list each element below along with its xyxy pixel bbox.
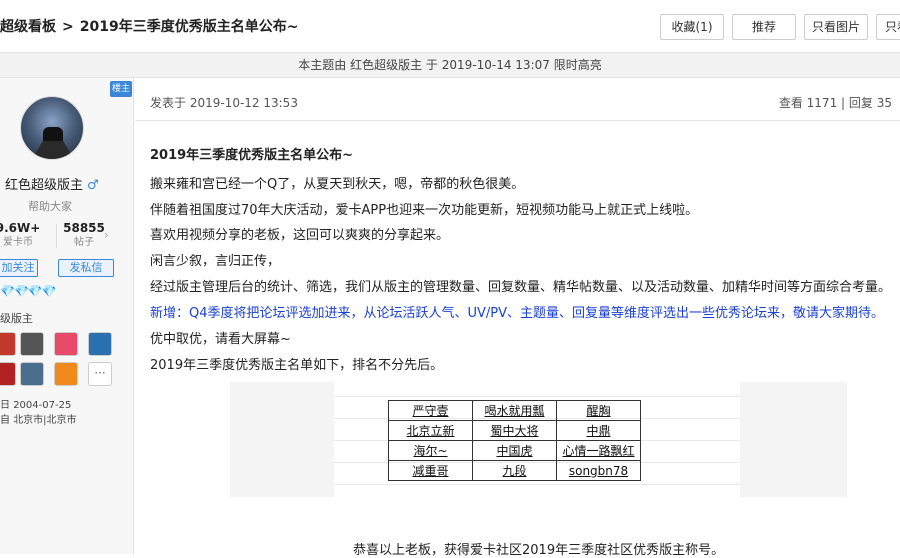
medal-badge-icon[interactable] (20, 332, 44, 356)
table-cell: 海尔~ (388, 440, 473, 461)
chevron-right-icon[interactable]: › (104, 228, 109, 242)
location-icon: 自 (0, 415, 14, 426)
winners-table-image[interactable]: 严守壹 喝水就用瓢 醒胸 北京立新 蜀中大将 中鼎 海尔~ 中国虎 心情一路飘红… (230, 382, 847, 497)
calendar-icon: 日 (0, 400, 14, 411)
avatar[interactable] (20, 96, 84, 160)
medal-badge-icon[interactable] (0, 362, 16, 386)
author-name-row: 红色超级版主 ♂ (0, 174, 134, 193)
heart-badge-icon[interactable] (54, 332, 78, 356)
post-paragraph-highlight: 新增：Q4季度将把论坛评选加进来，从论坛活跃人气、UV/PV、主题量、回复量等维… (150, 306, 885, 321)
table-cell: 北京立新 (388, 420, 473, 441)
post-timestamp: 发表于 2019-10-12 13:53 (150, 96, 298, 110)
thread-header: 超级看板 >2019年三季度优秀版主名单公布~ 收藏(1) 推荐 只看图片 只看 (0, 0, 900, 52)
table-cell: 醒胸 (556, 400, 641, 421)
post-paragraph: 优中取优，请看大屏幕~ (150, 332, 291, 347)
follow-button[interactable]: 加关注 (0, 259, 38, 277)
header-divider (135, 120, 900, 121)
winners-table: 严守壹 喝水就用瓢 醒胸 北京立新 蜀中大将 中鼎 海尔~ 中国虎 心情一路飘红… (388, 400, 641, 481)
view-reply-counts: 查看 1171 | 回复 35 (779, 94, 892, 111)
post-paragraph: 伴随着祖国度过70年大庆活动，爱卡APP也迎来一次功能更新，短视频功能马上就正式… (150, 203, 699, 218)
crossed-badge-icon[interactable] (20, 362, 44, 386)
join-date-row: 日 2004-07-25 (0, 396, 71, 411)
user-group-label: 级版主 (0, 312, 33, 325)
op-badge: 楼主 (110, 81, 132, 97)
male-icon: ♂ (87, 178, 99, 193)
breadcrumb-board[interactable]: 超级看板 (0, 19, 56, 35)
post-paragraph: 搬来雍和宫已经一个Q了，从夏天到秋天，嗯，帝都的秋色很美。 (150, 177, 525, 192)
table-row: 严守壹 喝水就用瓢 醒胸 (388, 400, 641, 421)
table-row: 北京立新 蜀中大将 中鼎 (388, 420, 641, 441)
table-cell: 减重哥 (388, 460, 473, 481)
post-paragraph: 喜欢用视频分享的老板，这回可以爽爽的分享起来。 (150, 228, 450, 243)
post-closing: 恭喜以上老板，获得爱卡社区2019年三季度社区优秀版主称号。 (353, 543, 725, 558)
message-button[interactable]: 发私信 (58, 259, 114, 277)
medal-badge-icon[interactable] (0, 332, 16, 356)
table-cell: 喝水就用瓢 (472, 400, 557, 421)
breadcrumb-separator: > (62, 19, 74, 35)
author-role: 帮助大家 (28, 200, 72, 213)
recommend-button[interactable]: 推荐 (732, 14, 796, 40)
author-only-button[interactable]: 只看 (876, 14, 900, 40)
post-paragraph: 闲言少叙，言归正传， (150, 254, 281, 269)
sheet-gridline (334, 396, 740, 397)
table-cell: 中国虎 (472, 440, 557, 461)
more-badges-icon[interactable]: ··· (88, 362, 112, 386)
thread-title: 2019年三季度优秀版主名单公布~ (79, 19, 299, 35)
post-content-area: 发表于 2019-10-12 13:53 查看 1171 | 回复 35 201… (135, 78, 900, 558)
view-count: 查看 1171 (778, 96, 838, 110)
table-cell: 严守壹 (388, 400, 473, 421)
post-paragraph: 2019年三季度优秀版主名单如下，排名不分先后。 (150, 358, 444, 373)
reply-count[interactable]: 回复 35 (849, 96, 892, 110)
join-date: 2004-07-25 (13, 400, 72, 411)
avatar-motorcycle (43, 127, 63, 141)
favorite-button[interactable]: 收藏(1) (660, 14, 724, 40)
sheet-gridline (334, 484, 740, 485)
coins-stat[interactable]: 9.6W+ 爱卡币 (0, 220, 48, 250)
table-cell: 心情一路飘红 (556, 440, 641, 461)
table-row: 减重哥 九段 songbn78 (388, 460, 641, 481)
table-cell: songbn78 (556, 460, 641, 481)
table-cell: 九段 (472, 460, 557, 481)
location-row: 自 北京市|北京市 (0, 411, 77, 426)
event-badge-icon[interactable] (54, 362, 78, 386)
count-divider: | (841, 96, 846, 110)
author-stats: 9.6W+ 爱卡币 58855 帖子 › (0, 220, 134, 252)
diamond-level-icon: 💎💎💎💎 (0, 284, 57, 298)
table-row: 海尔~ 中国虎 心情一路飘红 (388, 440, 641, 461)
table-cell: 蜀中大将 (472, 420, 557, 441)
post-paragraph: 经过版主管理后台的统计、筛选，我们从版主的管理数量、回复数量、精华帖数量、以及活… (150, 280, 892, 295)
images-only-button[interactable]: 只看图片 (804, 14, 868, 40)
highlight-notice: 本主题由 红色超级版主 于 2019-10-14 13:07 限时高亮 (0, 52, 900, 78)
table-cell: 中鼎 (556, 420, 641, 441)
coins-label: 爱卡币 (3, 237, 33, 248)
post-title: 2019年三季度优秀版主名单公布~ (150, 148, 354, 163)
location: 北京市|北京市 (13, 415, 77, 426)
car-badge-icon[interactable] (88, 332, 112, 356)
author-name[interactable]: 红色超级版主 (5, 178, 83, 193)
coins-value: 9.6W+ (0, 221, 41, 235)
page-title: 超级看板 >2019年三季度优秀版主名单公布~ (0, 16, 298, 36)
author-sidebar: 楼主 红色超级版主 ♂ 帮助大家 9.6W+ 爱卡币 58855 帖子 › 加关注… (0, 78, 134, 554)
